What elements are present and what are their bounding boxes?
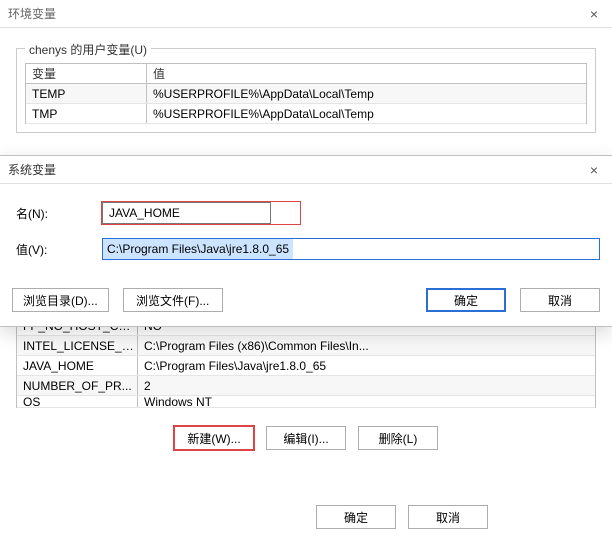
system-vars-visible-area: FP_NO_HOST_CH... NO INTEL_LICENSE_F... C… — [16, 316, 596, 460]
ok-button[interactable]: 确定 — [316, 505, 396, 529]
table-row[interactable]: INTEL_LICENSE_F... C:\Program Files (x86… — [17, 336, 595, 356]
value-row: 值(V): C:\Program Files\Java\jre1.8.0_65 — [12, 238, 600, 260]
table-row[interactable]: JAVA_HOME C:\Program Files\Java\jre1.8.0… — [17, 356, 595, 376]
cell-value: C:\Program Files\Java\jre1.8.0_65 — [138, 359, 595, 373]
col-name: 变量 — [26, 65, 146, 82]
system-vars-buttons: 新建(W)... 编辑(I)... 删除(L) — [16, 408, 596, 460]
cell-name: TEMP — [26, 87, 146, 101]
new-button[interactable]: 新建(W)... — [174, 426, 254, 450]
env-vars-title: 环境变量 — [8, 5, 56, 22]
table-row[interactable]: TMP %USERPROFILE%\AppData\Local\Temp — [26, 104, 586, 124]
dialog-titlebar: 系统变量 × — [0, 156, 612, 184]
cell-name: OS — [17, 396, 137, 408]
env-vars-titlebar: 环境变量 × — [0, 0, 612, 28]
cell-value: %USERPROFILE%\AppData\Local\Temp — [147, 87, 586, 101]
table-row[interactable]: NUMBER_OF_PR... 2 — [17, 376, 595, 396]
cancel-button[interactable]: 取消 — [408, 505, 488, 529]
name-label: 名(N): — [12, 205, 102, 222]
browse-file-button[interactable]: 浏览文件(F)... — [123, 288, 223, 312]
user-vars-legend: chenys 的用户变量(U) — [25, 41, 151, 58]
cancel-button[interactable]: 取消 — [520, 288, 600, 312]
close-icon[interactable]: × — [584, 162, 604, 178]
browse-dir-button[interactable]: 浏览目录(D)... — [12, 288, 109, 312]
cell-value: 2 — [138, 379, 595, 393]
cell-value: %USERPROFILE%\AppData\Local\Temp — [147, 107, 586, 121]
edit-button[interactable]: 编辑(I)... — [266, 426, 346, 450]
delete-button[interactable]: 删除(L) — [358, 426, 438, 450]
cell-name: NUMBER_OF_PR... — [17, 379, 137, 393]
cell-name: JAVA_HOME — [17, 359, 137, 373]
dialog-title: 系统变量 — [8, 161, 56, 178]
col-value: 值 — [147, 65, 586, 82]
table-row[interactable]: TEMP %USERPROFILE%\AppData\Local\Temp — [26, 84, 586, 104]
env-vars-footer: 确定 取消 — [302, 495, 502, 539]
cell-name: INTEL_LICENSE_F... — [17, 339, 137, 353]
table-row[interactable]: OS Windows NT — [17, 396, 595, 408]
table-header: 变量 值 — [26, 64, 586, 84]
close-icon[interactable]: × — [584, 6, 604, 22]
edit-system-var-dialog: 系统变量 × 名(N): 值(V): C:\Program Files\Java… — [0, 155, 612, 327]
selected-text: C:\Program Files\Java\jre1.8.0_65 — [103, 239, 293, 259]
variable-value-input[interactable]: C:\Program Files\Java\jre1.8.0_65 — [102, 238, 600, 260]
user-vars-table: 变量 值 TEMP %USERPROFILE%\AppData\Local\Te… — [25, 63, 587, 124]
variable-name-input[interactable] — [102, 202, 271, 224]
name-row: 名(N): — [12, 202, 600, 224]
cell-value: Windows NT — [138, 396, 595, 408]
dialog-buttons: 浏览目录(D)... 浏览文件(F)... 确定 取消 — [0, 280, 612, 326]
value-label: 值(V): — [12, 241, 102, 258]
cell-name: TMP — [26, 107, 146, 121]
user-vars-group: chenys 的用户变量(U) 变量 值 TEMP %USERPROFILE%\… — [16, 48, 596, 133]
cell-value: C:\Program Files (x86)\Common Files\In..… — [138, 339, 595, 353]
system-vars-table: FP_NO_HOST_CH... NO INTEL_LICENSE_F... C… — [16, 316, 596, 408]
ok-button[interactable]: 确定 — [426, 288, 506, 312]
